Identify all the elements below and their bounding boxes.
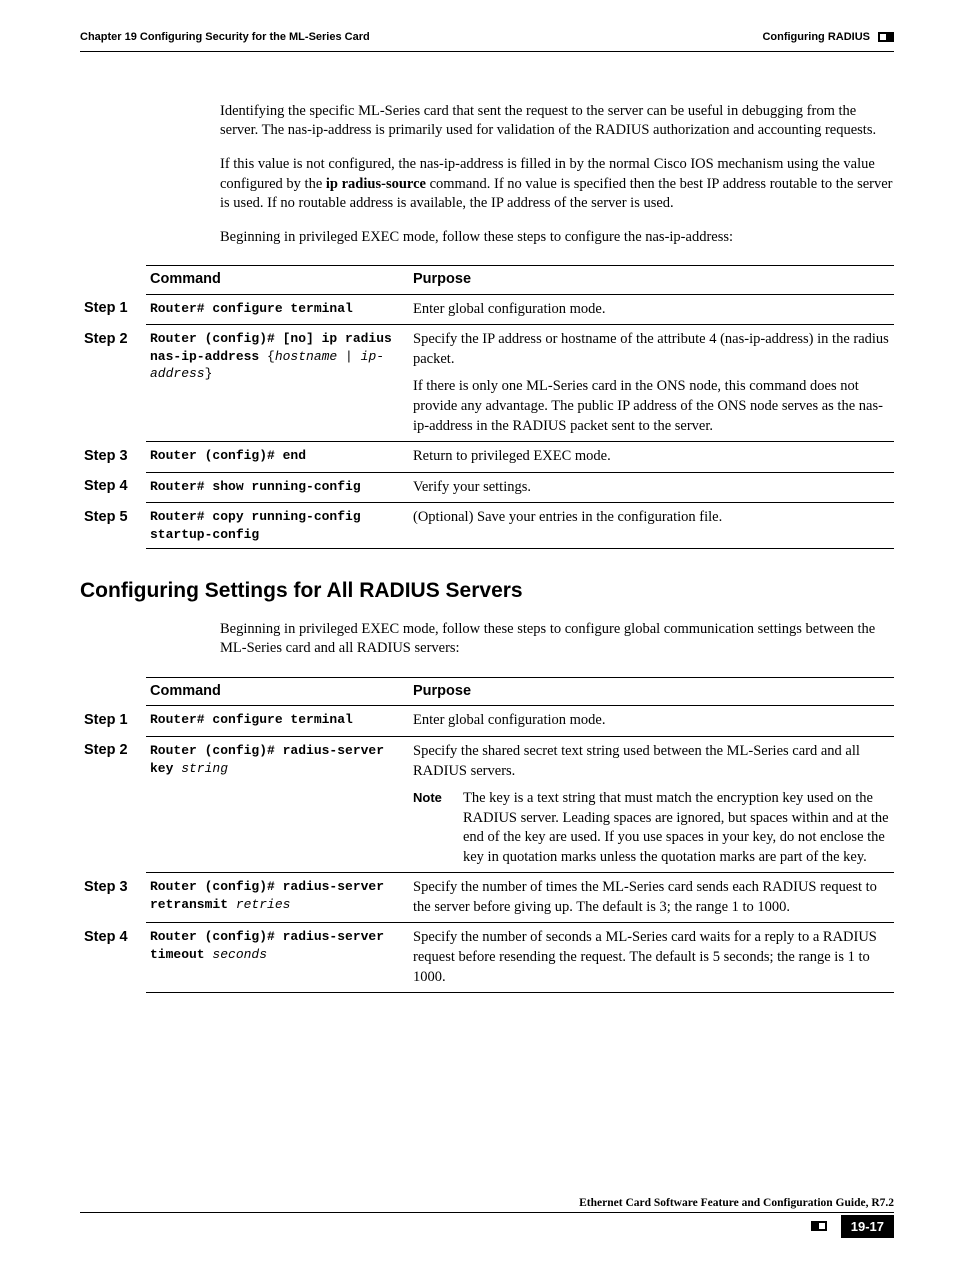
step-label: Step 2 — [80, 325, 146, 442]
command-table-1: Command Purpose Step 1 Router# configure… — [80, 265, 894, 549]
step-label: Step 1 — [80, 706, 146, 737]
purpose-cell: Specify the number of seconds a ML-Serie… — [409, 923, 894, 993]
section-heading: Configuring Settings for All RADIUS Serv… — [80, 577, 894, 605]
command-cell: Router (config)# radius-server key strin… — [146, 736, 409, 872]
page-header: Chapter 19 Configuring Security for the … — [80, 30, 894, 45]
footer-decoration — [811, 1221, 827, 1231]
page-footer: Ethernet Card Software Feature and Confi… — [80, 1193, 894, 1238]
purpose-cell: Return to privileged EXEC mode. — [409, 442, 894, 473]
step-label: Step 4 — [80, 923, 146, 993]
purpose-cell: Enter global configuration mode. — [409, 706, 894, 737]
step-label: Step 5 — [80, 503, 146, 549]
command-cell: Router (config)# radius-server timeout s… — [146, 923, 409, 993]
col-purpose: Purpose — [409, 677, 894, 706]
step-label: Step 4 — [80, 472, 146, 503]
command-table-2: Command Purpose Step 1 Router# configure… — [80, 677, 894, 993]
step-label: Step 3 — [80, 442, 146, 473]
command-cell: Router# show running-config — [146, 472, 409, 503]
purpose-cell: Specify the shared secret text string us… — [409, 736, 894, 872]
col-command: Command — [146, 266, 409, 295]
chapter-label: Chapter 19 Configuring Security for the … — [80, 30, 370, 45]
col-purpose: Purpose — [409, 266, 894, 295]
header-right: Configuring RADIUS — [762, 30, 894, 45]
note-label: Note — [413, 789, 463, 867]
intro-p1: Identifying the specific ML-Series card … — [220, 102, 894, 141]
step-label: Step 2 — [80, 736, 146, 872]
note-block: Note The key is a text string that must … — [413, 789, 890, 867]
header-decoration — [878, 32, 894, 42]
purpose-cell: Verify your settings. — [409, 472, 894, 503]
note-text: The key is a text string that must match… — [463, 789, 890, 867]
col-command: Command — [146, 677, 409, 706]
purpose-cell: Enter global configuration mode. — [409, 294, 894, 325]
command-cell: Router (config)# [no] ip radius nas-ip-a… — [146, 325, 409, 442]
intro-p2: If this value is not configured, the nas… — [220, 155, 894, 214]
step-label: Step 1 — [80, 294, 146, 325]
command-cell: Router (config)# radius-server retransmi… — [146, 873, 409, 923]
purpose-cell: Specify the IP address or hostname of th… — [409, 325, 894, 442]
intro-p3: Beginning in privileged EXEC mode, follo… — [220, 228, 894, 248]
section-label: Configuring RADIUS — [762, 30, 870, 45]
header-rule — [80, 51, 894, 52]
command-cell: Router# configure terminal — [146, 706, 409, 737]
intro-block: Identifying the specific ML-Series card … — [220, 102, 894, 247]
purpose-cell: Specify the number of times the ML-Serie… — [409, 873, 894, 923]
footer-guide-title: Ethernet Card Software Feature and Confi… — [579, 1197, 894, 1209]
section2-intro: Beginning in privileged EXEC mode, follo… — [220, 620, 894, 659]
command-cell: Router# configure terminal — [146, 294, 409, 325]
command-cell: Router (config)# end — [146, 442, 409, 473]
command-cell: Router# copy running-config startup-conf… — [146, 503, 409, 549]
step-label: Step 3 — [80, 873, 146, 923]
purpose-cell: (Optional) Save your entries in the conf… — [409, 503, 894, 549]
